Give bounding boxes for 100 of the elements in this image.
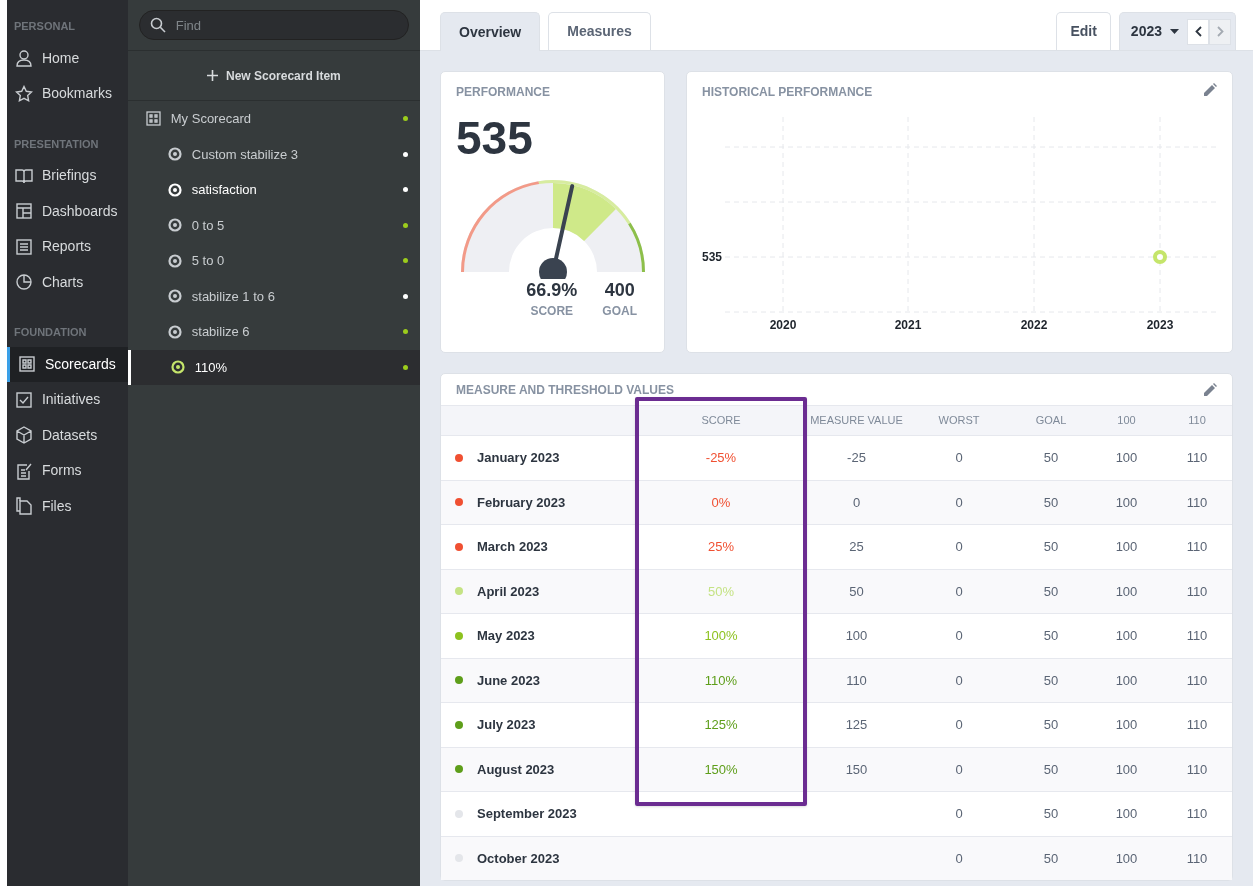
nav-item[interactable]: Forms — [6, 453, 128, 489]
table-cell-text: 0% — [710, 493, 732, 512]
axis-label: 2023 — [1146, 318, 1174, 332]
section-heading: PERSONAL — [12, 19, 77, 34]
nav-item[interactable]: Dashboards — [6, 193, 128, 229]
table-cell-text: 110 — [1185, 627, 1209, 645]
score-value: 66.9% — [526, 279, 578, 302]
table-cell-text: 150% — [703, 760, 739, 779]
table-cell-text: 0 — [954, 493, 964, 512]
nav-item[interactable]: Bookmarks — [6, 76, 128, 112]
table-cell-text: 110% — [703, 671, 739, 690]
nav-item[interactable]: Datasets — [6, 417, 128, 453]
row-label: January 2023 — [477, 449, 560, 467]
target-icon — [167, 147, 182, 162]
table-cell-text: 50 — [1042, 493, 1060, 512]
tab[interactable]: Measures — [548, 12, 651, 50]
score-label: SCORE — [530, 302, 574, 320]
table-cell-text: 50 — [1042, 582, 1060, 601]
row-label: March 2023 — [477, 538, 548, 556]
nav-item[interactable]: Scorecards — [6, 346, 128, 382]
target-icon — [167, 182, 182, 197]
target-icon — [167, 324, 182, 339]
table-cell-text: 0 — [954, 582, 964, 601]
table-cell-text: 125 — [844, 716, 869, 734]
edit-button[interactable]: Edit — [1056, 12, 1111, 50]
table-cell-text: 100% — [703, 627, 739, 645]
target-icon — [167, 218, 182, 233]
search-field[interactable]: Find — [138, 10, 409, 40]
table-cell-text: 100 — [1114, 538, 1139, 556]
table-cell-text: 100 — [844, 627, 869, 645]
axis-label: 535 — [701, 250, 722, 264]
table-cell-text: 100 — [1114, 760, 1139, 779]
tree-item[interactable]: stabilize 6 — [127, 314, 420, 350]
table-cell-text: 50 — [1042, 627, 1060, 645]
table-cell-text: 0 — [954, 449, 964, 467]
column-header: 100 — [1116, 413, 1137, 429]
nav-item[interactable]: Reports — [6, 229, 128, 265]
section-heading: PRESENTATION — [12, 136, 100, 152]
nav-item[interactable]: Initiatives — [6, 382, 128, 418]
table-cell-text: 110 — [845, 671, 868, 690]
tree-item[interactable]: satisfaction — [127, 172, 420, 208]
column-header: MEASURE VALUE — [809, 413, 904, 429]
column-header: 110 — [1187, 413, 1207, 429]
column-header: WORST — [937, 413, 981, 429]
table-cell-text: 0 — [954, 627, 964, 645]
table-cell-text: 100 — [1114, 493, 1139, 512]
table-cell-text: 0 — [954, 805, 964, 823]
tree-item[interactable]: 110% — [127, 349, 420, 385]
data-point — [1153, 250, 1167, 264]
table-cell-text: 25 — [848, 538, 865, 556]
table-cell-text: 110 — [1185, 849, 1209, 868]
person-icon — [14, 49, 33, 68]
table-cell-text: 100 — [1114, 716, 1139, 734]
book-icon — [14, 166, 33, 185]
table-cell-text: 50 — [848, 582, 865, 601]
table-cell-text: 110 — [1185, 493, 1209, 512]
table-cell-text: 0 — [954, 716, 964, 734]
row-label: February 2023 — [477, 493, 566, 512]
search-icon — [149, 17, 166, 33]
nav-item[interactable]: Home — [6, 40, 128, 76]
table-cell-text: 110 — [1185, 716, 1209, 734]
table-cell-text: 110 — [1185, 805, 1209, 823]
table-cell-text: 110 — [1185, 760, 1209, 779]
plus-icon — [207, 70, 219, 81]
table-cell-text: 125% — [703, 716, 739, 734]
pie-chart-icon — [14, 273, 33, 292]
previous-button[interactable] — [1187, 18, 1209, 45]
form-icon — [14, 461, 33, 480]
axis-label: 2022 — [1020, 318, 1048, 332]
table-cell-text: 0 — [954, 538, 964, 556]
new-item-button[interactable]: New Scorecard Item — [207, 66, 341, 85]
tab[interactable]: Overview — [440, 12, 541, 51]
pencil-icon[interactable] — [1204, 383, 1217, 396]
table-cell-text: 150 — [844, 760, 869, 779]
nav-item[interactable]: Charts — [6, 264, 128, 300]
row-label: September 2023 — [477, 805, 577, 823]
target-icon — [167, 253, 182, 268]
nav-item[interactable]: Files — [6, 488, 128, 524]
table-cell-text: 100 — [1114, 582, 1139, 601]
row-label: June 2023 — [477, 671, 540, 690]
tree-item[interactable]: 5 to 0 — [127, 243, 420, 279]
tree-item[interactable]: My Scorecard — [127, 101, 420, 137]
tree-item[interactable]: 0 to 5 — [127, 207, 420, 243]
performance-value: 535 — [456, 115, 534, 161]
tree-item[interactable]: Custom stabilize 3 — [127, 136, 420, 172]
year-dropdown[interactable]: 2023 — [1130, 21, 1179, 42]
tree-item[interactable]: stabilize 1 to 6 — [127, 278, 420, 314]
card-title: PERFORMANCE — [456, 84, 551, 101]
row-label: July 2023 — [477, 716, 536, 734]
table-cell-text: 100 — [1114, 671, 1139, 690]
table-cell-text: 50% — [707, 582, 735, 601]
table-cell-text: 50 — [1042, 760, 1060, 779]
list-icon — [14, 237, 33, 256]
axis-label: 2021 — [894, 318, 922, 332]
table-cell-text: 100 — [1114, 849, 1139, 868]
table-cell-text: 110 — [1185, 538, 1209, 556]
files-icon — [14, 497, 33, 516]
caret-icon — [1170, 29, 1179, 34]
pencil-icon[interactable] — [1204, 83, 1217, 96]
nav-item[interactable]: Briefings — [6, 158, 128, 194]
